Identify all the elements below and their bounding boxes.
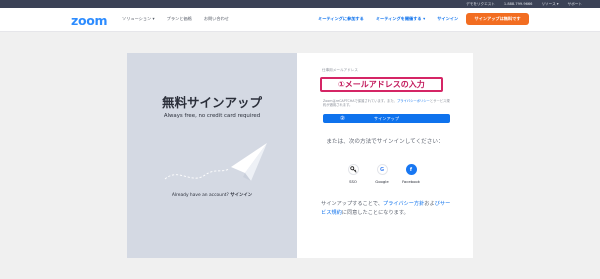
email-annotation: ①メールアドレスの入力 — [338, 80, 425, 89]
privacy-link[interactable]: プライバシー方針 — [383, 201, 424, 207]
nav-contact[interactable]: お問い合わせ — [204, 16, 229, 22]
alternative-signin-text: または、次の方法でサインインしてください： — [326, 139, 444, 145]
nav-solutions[interactable]: ソリューション ▾ — [122, 16, 155, 22]
request-demo-link[interactable]: デモをリクエスト — [466, 2, 495, 7]
signup-button-label: サインアップ — [373, 115, 400, 121]
recaptcha-notice: ZoomはreCAPTCHAで保護されています。また、プライバシーポリシーとサー… — [323, 99, 450, 108]
resources-menu[interactable]: リソース ▾ — [541, 2, 558, 7]
have-account-text: Already have an account? サインイン — [171, 193, 253, 198]
nav-sign-in[interactable]: サインイン — [437, 16, 458, 22]
phone-number[interactable]: 1.888.799.9666 — [504, 2, 533, 6]
signup-card: 無料サインアップ Always free, no credit card req… — [127, 53, 473, 258]
privacy-policy-link[interactable]: プライバシーポリシー — [397, 99, 430, 103]
paper-plane-illustration — [164, 143, 267, 181]
key-icon — [347, 164, 359, 175]
facebook-icon: f — [405, 164, 417, 175]
signup-free-button[interactable]: サインアップは無料です — [466, 13, 529, 25]
sso-label: SSO — [349, 179, 357, 184]
signup-button[interactable]: ② サインアップ — [323, 114, 450, 123]
email-label: 仕事用メールアドレス — [322, 68, 358, 72]
nav-join-meeting[interactable]: ミーティングに参加する — [318, 16, 364, 22]
nav-host-meeting[interactable]: ミーティングを開催する ▾ — [376, 16, 425, 22]
top-utility-bar: デモをリクエスト 1.888.799.9666 リソース ▾ サポート — [0, 0, 600, 8]
google-signin-option[interactable]: G Google — [370, 164, 394, 184]
signup-title: 無料サインアップ — [161, 95, 262, 110]
support-link[interactable]: サポート — [568, 2, 582, 7]
zoom-logo[interactable]: zoom — [71, 13, 108, 28]
facebook-signin-option[interactable]: f Facebook — [399, 164, 423, 184]
terms-notice: サインアップすることで、プライバシー方針およびサービス規約に同意したことになりま… — [321, 201, 451, 216]
signup-subtitle: Always free, no credit card required — [163, 113, 261, 119]
email-field[interactable]: ①メールアドレスの入力 — [320, 77, 443, 92]
google-label: Google — [375, 179, 389, 184]
signup-form-panel: 仕事用メールアドレス ①メールアドレスの入力 ZoomはreCAPTCHAで保護… — [297, 53, 473, 258]
sso-signin-option[interactable]: SSO — [341, 164, 365, 184]
main-navigation: zoom ソリューション ▾ プランと価格 お問い合わせ ミーティングに参加する… — [0, 8, 600, 32]
facebook-label: Facebook — [402, 179, 420, 184]
nav-plans-pricing[interactable]: プランと価格 — [167, 16, 192, 22]
step-2-annotation: ② — [339, 115, 346, 122]
signup-left-panel: 無料サインアップ Always free, no credit card req… — [127, 53, 297, 258]
google-icon: G — [376, 164, 388, 175]
sign-in-link[interactable]: サインイン — [230, 193, 252, 198]
